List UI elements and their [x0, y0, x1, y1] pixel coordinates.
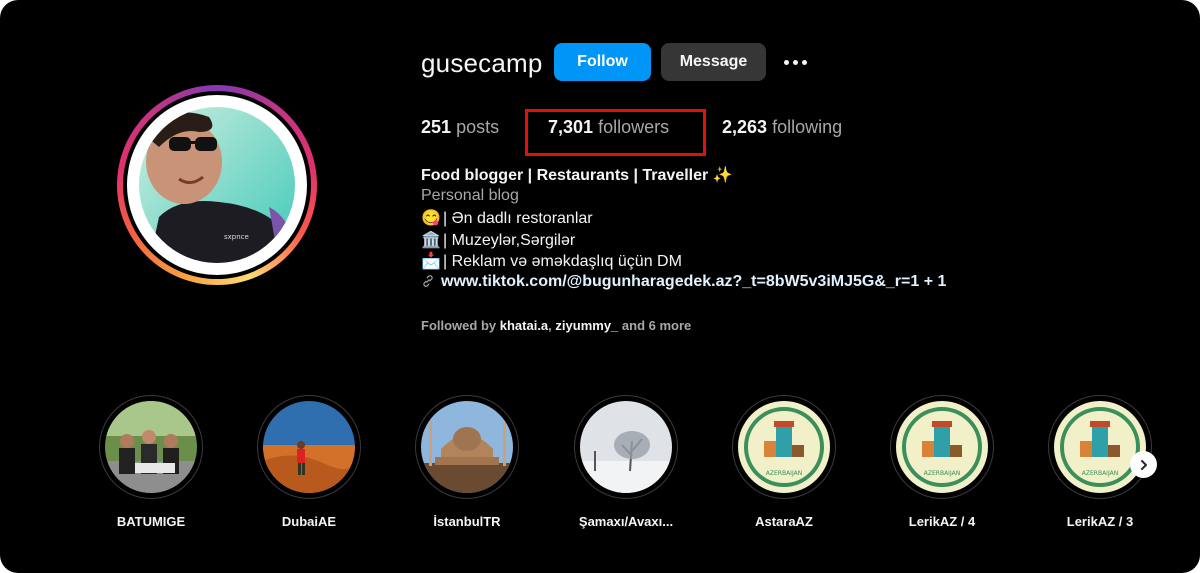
bio-line: 📩 | Reklam və əməkdaşlıq üçün DM	[421, 253, 682, 270]
story-highlight[interactable]	[415, 395, 519, 499]
badge-text: AZERBAIJAN	[1082, 470, 1118, 477]
more-dots-icon	[783, 59, 789, 65]
highlight-cover-azerbaijan-badge: AZERBAIJAN	[896, 401, 988, 493]
follow-button[interactable]: Follow	[554, 43, 651, 81]
highlight-label: LerikAZ / 4	[908, 514, 976, 529]
profile-page: sxpnce gusecamp Follow Message 251 posts…	[0, 0, 1200, 573]
message-button[interactable]: Message	[661, 43, 766, 81]
envelope-emoji-icon: 📩	[421, 253, 441, 270]
story-highlight[interactable]: AZERBAIJAN	[1048, 395, 1152, 499]
museum-emoji-icon: 🏛️	[421, 232, 441, 249]
bio-link[interactable]: www.tiktok.com/@bugunharagedek.az?_t=8bW…	[421, 273, 946, 291]
story-highlight[interactable]: AZERBAIJAN	[890, 395, 994, 499]
followed-by[interactable]: Followed by khatai.a, ziyummy_ and 6 mor…	[421, 318, 691, 333]
highlight-label: İstanbulTR	[433, 514, 501, 529]
highlight-cover-snow-tree	[580, 401, 672, 493]
highlight-label: DubaiAE	[281, 514, 337, 529]
highlight-cover-azerbaijan-badge: AZERBAIJAN	[738, 401, 830, 493]
highlight-cover-group-photo	[105, 401, 197, 493]
highlights-next-button[interactable]	[1130, 451, 1157, 478]
highlight-label: LerikAZ / 3	[1066, 514, 1134, 529]
story-highlight[interactable]: AZERBAIJAN	[732, 395, 836, 499]
highlight-label: Şamaxı/Avaxı...	[578, 514, 674, 529]
svg-text:sxpnce: sxpnce	[224, 233, 249, 241]
highlight-cover-azerbaijan-badge: AZERBAIJAN	[1054, 401, 1146, 493]
profile-avatar-story-ring[interactable]: sxpnce	[117, 85, 317, 285]
bio-title: Food blogger | Restaurants | Traveller ✨	[421, 167, 733, 184]
highlight-label: AstaraAZ	[755, 514, 813, 529]
story-highlight[interactable]	[574, 395, 678, 499]
badge-text: AZERBAIJAN	[924, 470, 960, 477]
story-highlight[interactable]	[99, 395, 203, 499]
profile-username: gusecamp	[421, 48, 543, 78]
yum-emoji-icon: 😋	[421, 210, 441, 227]
bio-line: 😋 | Ən dadlı restoranlar	[421, 210, 593, 227]
profile-avatar[interactable]: sxpnce	[139, 107, 295, 263]
story-highlight[interactable]	[257, 395, 361, 499]
more-options-button[interactable]	[778, 48, 812, 76]
highlight-cover-mosque	[421, 401, 513, 493]
bio-line: 🏛️ | Muzeylər,Sərgilər	[421, 232, 576, 249]
posts-count: 251 posts	[421, 117, 500, 137]
badge-text: AZERBAIJAN	[766, 470, 802, 477]
following-link[interactable]: 2,263 following	[722, 117, 842, 138]
bio-category: Personal blog	[421, 187, 519, 204]
highlight-label: BATUMIGE	[116, 514, 186, 529]
highlight-cover-desert	[263, 401, 355, 493]
annotation-highlight-box	[525, 109, 706, 156]
link-icon	[423, 275, 433, 287]
chevron-right-icon	[1140, 459, 1147, 470]
